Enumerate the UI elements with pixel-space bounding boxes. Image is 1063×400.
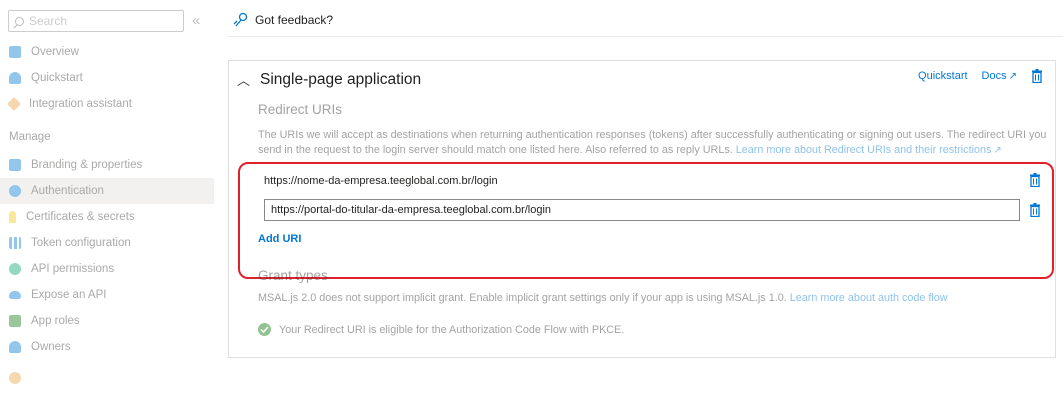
grant-types-description: MSAL.js 2.0 does not support implicit gr… [258, 291, 1048, 306]
delete-uri-1-trash-icon[interactable] [1029, 173, 1041, 187]
sidebar-item-label: Branding & properties [31, 159, 143, 171]
owners-icon [9, 341, 21, 353]
pkce-status-text: Your Redirect URI is eligible for the Au… [279, 323, 625, 336]
platform-card-header[interactable]: ︿ Single-page application [237, 70, 421, 89]
branding-icon [9, 159, 21, 171]
search-input[interactable]: Search [8, 10, 184, 32]
sidebar-item-quickstart[interactable]: Quickstart [0, 65, 214, 91]
sidebar-item-label: Expose an API [31, 289, 107, 301]
redirect-uri-1[interactable]: https://nome-da-empresa.teeglobal.com.br… [264, 175, 498, 187]
sidebar-item-api-permissions[interactable]: API permissions [0, 256, 214, 282]
redirect-uris-title: Redirect URIs [258, 102, 343, 117]
redirect-description-line1: The URIs we will accept as destinations … [258, 129, 1047, 141]
sidebar-item-label: Authentication [31, 185, 104, 197]
docs-link-label: Docs [981, 70, 1007, 82]
sidebar-item-branding[interactable]: Branding & properties [0, 152, 214, 178]
sidebar-item-label: Quickstart [31, 72, 83, 84]
sidebar: Search « Overview Quickstart Integration… [0, 0, 214, 400]
grant-types-title: Grant types [258, 268, 328, 283]
chevron-up-icon[interactable]: ︿ [237, 70, 250, 89]
delete-uri-2-trash-icon[interactable] [1029, 203, 1041, 217]
token-icon [9, 237, 21, 249]
rocket-icon [6, 96, 22, 112]
header-divider [228, 36, 1063, 37]
sidebar-item-overview[interactable]: Overview [0, 39, 214, 65]
grant-description-text: MSAL.js 2.0 does not support implicit gr… [258, 292, 787, 304]
sidebar-item-certificates[interactable]: Certificates & secrets [0, 204, 214, 230]
sidebar-item-owners[interactable]: Owners [0, 334, 214, 360]
pkce-status: Your Redirect URI is eligible for the Au… [258, 323, 624, 336]
external-link-icon: ↗ [1008, 71, 1017, 82]
sidebar-item-label: Owners [31, 341, 71, 353]
quickstart-link[interactable]: Quickstart [918, 70, 968, 82]
sidebar-item-label: API permissions [31, 263, 115, 275]
feedback-icon [233, 12, 248, 27]
sidebar-item-app-roles[interactable]: App roles [0, 308, 214, 334]
key-icon [9, 211, 16, 223]
api-permissions-icon [9, 263, 21, 275]
overview-icon [9, 46, 21, 58]
docs-link[interactable]: Docs ↗ [982, 70, 1017, 82]
quickstart-icon [9, 72, 21, 84]
roles-icon [9, 372, 21, 384]
redirect-uri-2-field[interactable] [264, 199, 1020, 221]
cloud-icon [9, 291, 21, 299]
platform-actions: Quickstart Docs ↗ [918, 69, 1043, 83]
sidebar-item-label: Overview [31, 46, 79, 58]
feedback-label: Got feedback? [255, 13, 334, 27]
delete-platform-trash-icon[interactable] [1031, 69, 1043, 83]
external-link-icon: ↗ [993, 145, 1002, 156]
sidebar-item-authentication[interactable]: Authentication [0, 178, 214, 204]
redirect-description-line2: send in the request to the login server … [258, 144, 733, 156]
redirect-uris-description: The URIs we will accept as destinations … [258, 128, 1048, 158]
search-placeholder: Search [29, 14, 68, 28]
authentication-icon [9, 185, 21, 197]
platform-card-spa: ︿ Single-page application Quickstart Doc… [228, 60, 1056, 358]
add-uri-link[interactable]: Add URI [258, 233, 301, 245]
sidebar-item-integration-assistant[interactable]: Integration assistant [0, 91, 214, 117]
sidebar-item-label: Certificates & secrets [26, 211, 135, 223]
auth-code-flow-learn-more-link[interactable]: Learn more about auth code flow [790, 292, 948, 304]
app-roles-icon [9, 315, 21, 327]
search-icon [15, 16, 24, 26]
checkmark-icon [258, 323, 271, 336]
collapse-sidebar-icon[interactable]: « [192, 12, 200, 29]
sidebar-item-expose-api[interactable]: Expose an API [0, 282, 214, 308]
sidebar-item-label: Integration assistant [29, 98, 132, 110]
sidebar-item-token-configuration[interactable]: Token configuration [0, 230, 214, 256]
sidebar-item-roles-admins[interactable] [0, 362, 214, 400]
redirect-learn-more-link[interactable]: Learn more about Redirect URIs and their… [736, 144, 992, 156]
manage-section-header: Manage [9, 131, 51, 143]
feedback-link[interactable]: Got feedback? [233, 12, 333, 28]
sidebar-item-label: Token configuration [31, 237, 131, 249]
sidebar-item-label: App roles [31, 315, 80, 327]
platform-title: Single-page application [260, 70, 422, 88]
